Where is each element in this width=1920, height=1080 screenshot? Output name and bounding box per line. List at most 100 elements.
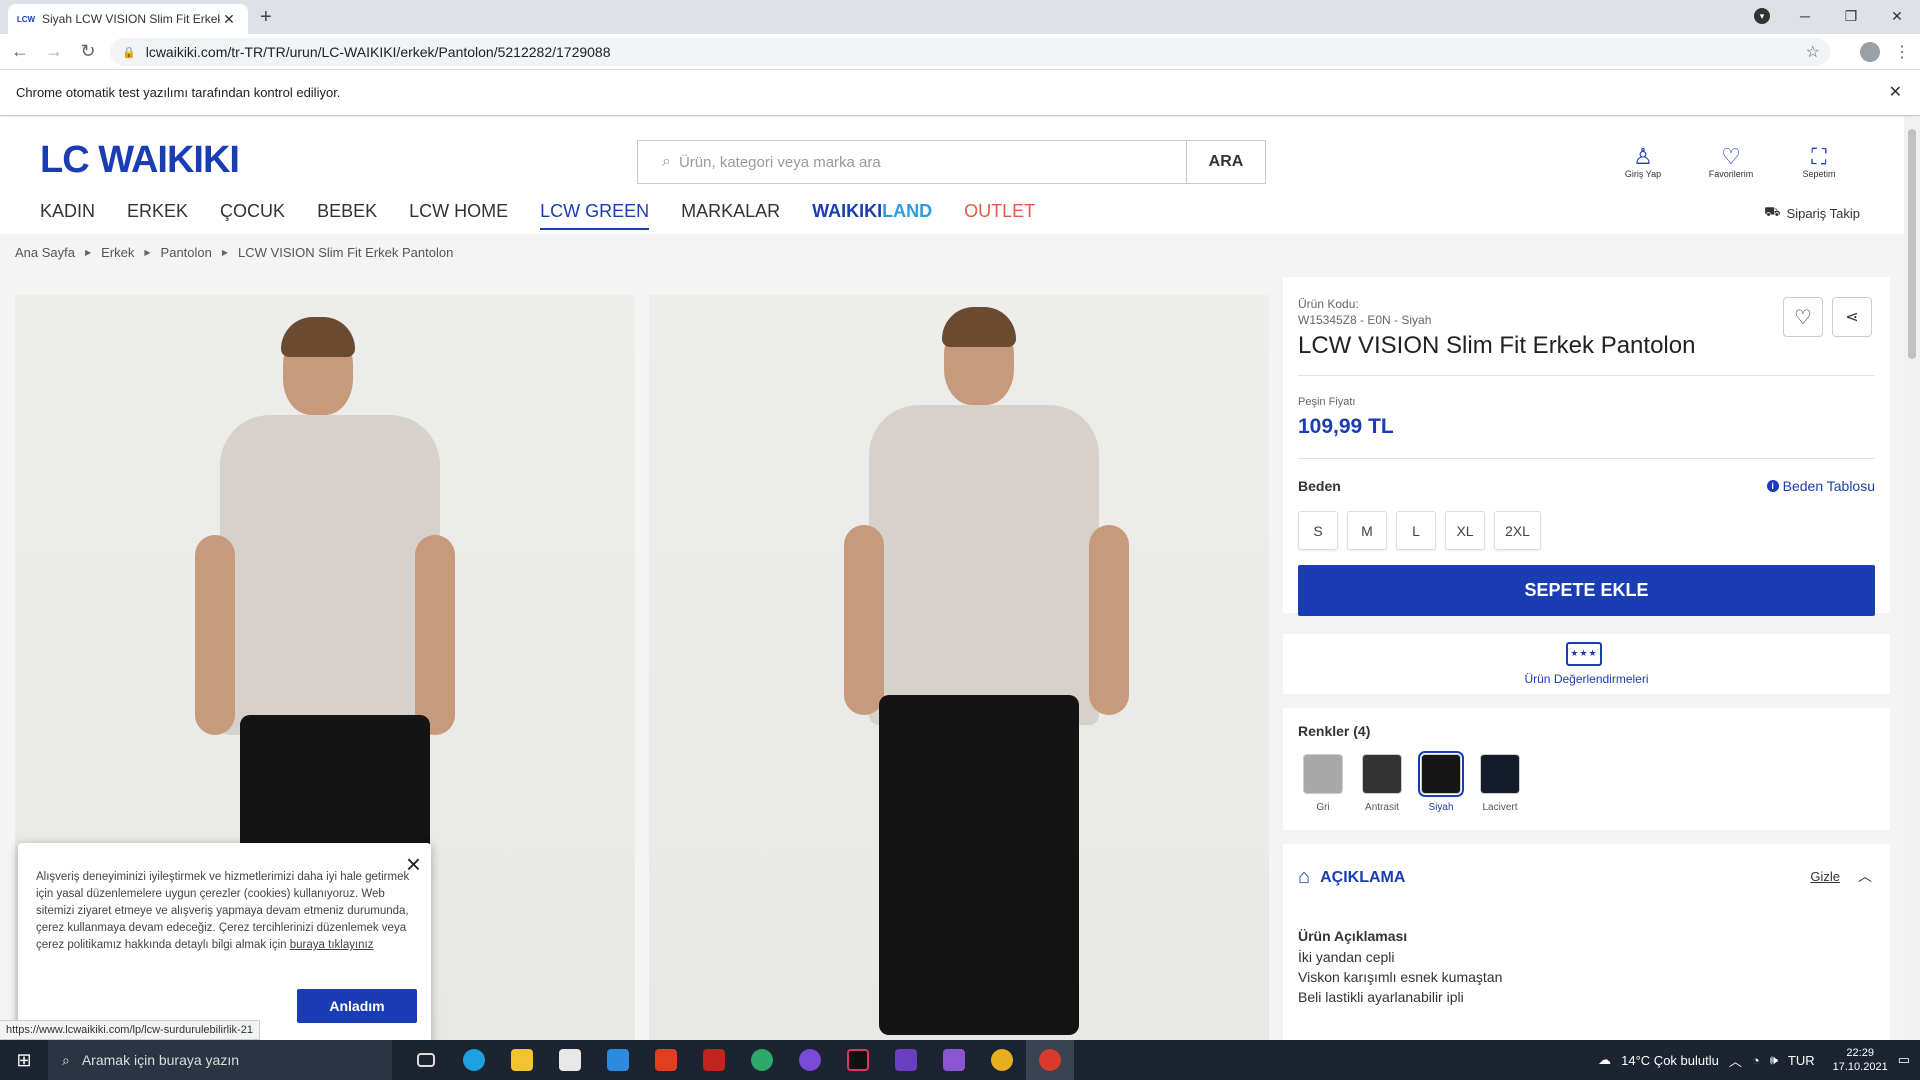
nav-cocuk[interactable]: ÇOCUK [220, 201, 285, 230]
cookie-link[interactable]: buraya tıklayınız [290, 939, 374, 951]
truck-icon: ⛟ [1764, 204, 1781, 219]
site-logo[interactable]: LC WAIKIKI [40, 139, 240, 182]
app-purple-icon[interactable] [786, 1040, 834, 1080]
size-label: Beden [1298, 478, 1341, 494]
status-url: https://www.lcwaikiki.com/lp/lcw-surduru… [0, 1020, 260, 1040]
bag-icon: ⛶ [1811, 144, 1827, 169]
nav-kadin[interactable]: KADIN [40, 201, 95, 230]
color-swatch-siyah[interactable]: Siyah [1418, 751, 1464, 813]
color-swatch-antrasit[interactable]: Antrasit [1362, 754, 1402, 813]
description-header[interactable]: ⌂ AÇIKLAMA [1298, 866, 1405, 889]
add-to-cart-button[interactable]: SEPETE EKLE [1298, 565, 1875, 616]
nav-markalar[interactable]: MARKALAR [681, 201, 780, 230]
notification-icon[interactable]: ▭ [1898, 1052, 1910, 1068]
app-green-icon[interactable] [738, 1040, 786, 1080]
cookie-close-icon[interactable]: × [406, 849, 421, 880]
system-tray: ☁ 14°C Çok bulutlu ︿ ◔ 🕪 TUR 22:29 17.10… [1598, 1040, 1920, 1080]
size-option[interactable]: M [1347, 511, 1387, 550]
chevron-up-icon[interactable]: ︿ [1858, 866, 1872, 886]
lock-icon[interactable]: 🔒 [122, 46, 136, 59]
new-tab-icon[interactable]: + [260, 6, 272, 29]
cart-link[interactable]: ⛶ Sepetim [1794, 144, 1844, 180]
tray-chevron-icon[interactable]: ︿ [1729, 1051, 1742, 1070]
minimize-icon[interactable]: ─ [1782, 8, 1828, 24]
tab-search-icon[interactable]: ▾ [1754, 8, 1770, 24]
chrome-active-icon[interactable] [1026, 1040, 1074, 1080]
nav-outlet[interactable]: OUTLET [964, 201, 1035, 230]
swatch-name: Gri [1316, 802, 1330, 813]
profile-avatar-icon[interactable] [1860, 42, 1880, 62]
color-swatches: Gri Antrasit Siyah Lacivert [1303, 751, 1520, 813]
chrome-icon[interactable] [978, 1040, 1026, 1080]
url-field[interactable]: 🔒 lcwaikiki.com/tr-TR/TR/urun/LC-WAIKIKI… [110, 38, 1830, 66]
favorites-link[interactable]: ♡ Favorilerim [1706, 145, 1756, 180]
maximize-icon[interactable]: ❐ [1828, 8, 1874, 25]
search-input[interactable]: ⌕ Ürün, kategori veya marka ara [638, 141, 1186, 183]
size-option[interactable]: 2XL [1494, 511, 1541, 550]
edge-icon[interactable] [450, 1040, 498, 1080]
breadcrumb-home[interactable]: Ana Sayfa [15, 245, 75, 260]
size-option[interactable]: S [1298, 511, 1338, 550]
nav-lcw-green[interactable]: LCW GREEN [540, 201, 650, 230]
mail-icon[interactable] [594, 1040, 642, 1080]
login-link[interactable]: ♙ Giriş Yap [1618, 145, 1668, 180]
breadcrumb-pantolon[interactable]: Pantolon [161, 245, 212, 260]
windows-start-icon[interactable]: ⊞ [0, 1050, 48, 1071]
hide-description-link[interactable]: Gizle [1810, 869, 1840, 884]
size-option[interactable]: XL [1445, 511, 1485, 550]
browser-tab[interactable]: LCW Siyah LCW VISION Slim Fit Erkek ✕ [8, 4, 248, 34]
reload-icon[interactable]: ↻ [74, 41, 102, 62]
weather-icon[interactable]: ☁ [1598, 1052, 1611, 1068]
volume-icon[interactable]: 🕪 [1770, 1052, 1778, 1068]
taskbar-search-placeholder: Aramak için buraya yazın [81, 1052, 240, 1068]
back-icon[interactable]: ← [6, 41, 34, 62]
window-close-icon[interactable]: ✕ [1874, 8, 1920, 25]
file-explorer-icon[interactable] [498, 1040, 546, 1080]
network-icon[interactable]: ◔ [1752, 1053, 1760, 1068]
office-icon[interactable] [642, 1040, 690, 1080]
task-view-icon[interactable] [402, 1040, 450, 1080]
header-icons: ♙ Giriş Yap ♡ Favorilerim ⛶ Sepetim [1618, 144, 1844, 180]
reviews-card[interactable]: ★★★ Ürün Değerlendirmeleri [1283, 634, 1890, 694]
size-table-link[interactable]: i Beden Tablosu [1766, 478, 1875, 494]
visual-studio-2-icon[interactable] [930, 1040, 978, 1080]
nav-lcw-home[interactable]: LCW HOME [409, 201, 508, 230]
cookie-accept-button[interactable]: Anladım [297, 989, 417, 1023]
forward-icon[interactable]: → [40, 41, 68, 62]
clock[interactable]: 22:29 17.10.2021 [1833, 1046, 1888, 1074]
scrollbar-thumb[interactable] [1908, 129, 1916, 359]
jetbrains-icon[interactable] [834, 1040, 882, 1080]
taskbar-apps [402, 1040, 1074, 1080]
share-button[interactable]: ⋖ [1832, 297, 1872, 337]
infobar-close-icon[interactable]: ✕ [1889, 82, 1902, 102]
favorite-button[interactable]: ♡ [1783, 297, 1823, 337]
weather-text[interactable]: 14°C Çok bulutlu [1621, 1053, 1719, 1068]
nav-land-text: LAND [882, 201, 933, 221]
color-swatch-gri[interactable]: Gri [1303, 754, 1343, 813]
page-scrollbar[interactable] [1904, 117, 1920, 1047]
menu-icon[interactable]: ⋮ [1894, 42, 1910, 62]
bookmark-star-icon[interactable]: ☆ [1806, 42, 1820, 62]
cookie-popup: Alışveriş deneyiminizi iyileştirmek ve h… [18, 843, 431, 1043]
tab-close-icon[interactable]: ✕ [220, 11, 238, 28]
swatch-box [1362, 754, 1402, 794]
description-line: İki yandan cepli [1298, 949, 1395, 965]
description-card: ⌂ AÇIKLAMA Gizle ︿ Ürün Açıklaması İki y… [1283, 844, 1890, 1047]
nav-bebek[interactable]: BEBEK [317, 201, 377, 230]
arm-shape [844, 525, 884, 715]
filezilla-icon[interactable] [690, 1040, 738, 1080]
lang-indicator[interactable]: TUR [1788, 1053, 1815, 1068]
breadcrumb-erkek[interactable]: Erkek [101, 245, 134, 260]
color-swatch-lacivert[interactable]: Lacivert [1480, 754, 1520, 813]
browser-toolbar-right: ⋮ [1860, 42, 1910, 62]
search-button[interactable]: ARA [1186, 141, 1265, 183]
store-icon[interactable] [546, 1040, 594, 1080]
taskbar-search[interactable]: ⌕ Aramak için buraya yazın [48, 1040, 392, 1080]
order-track-link[interactable]: ⛟ Sipariş Takip [1764, 204, 1860, 222]
nav-erkek[interactable]: ERKEK [127, 201, 188, 230]
visual-studio-icon[interactable] [882, 1040, 930, 1080]
nav-waikikiland[interactable]: WAIKIKILAND [812, 201, 932, 230]
swatch-name: Siyah [1428, 802, 1454, 813]
product-image-2[interactable] [649, 295, 1269, 1047]
size-option[interactable]: L [1396, 511, 1436, 550]
